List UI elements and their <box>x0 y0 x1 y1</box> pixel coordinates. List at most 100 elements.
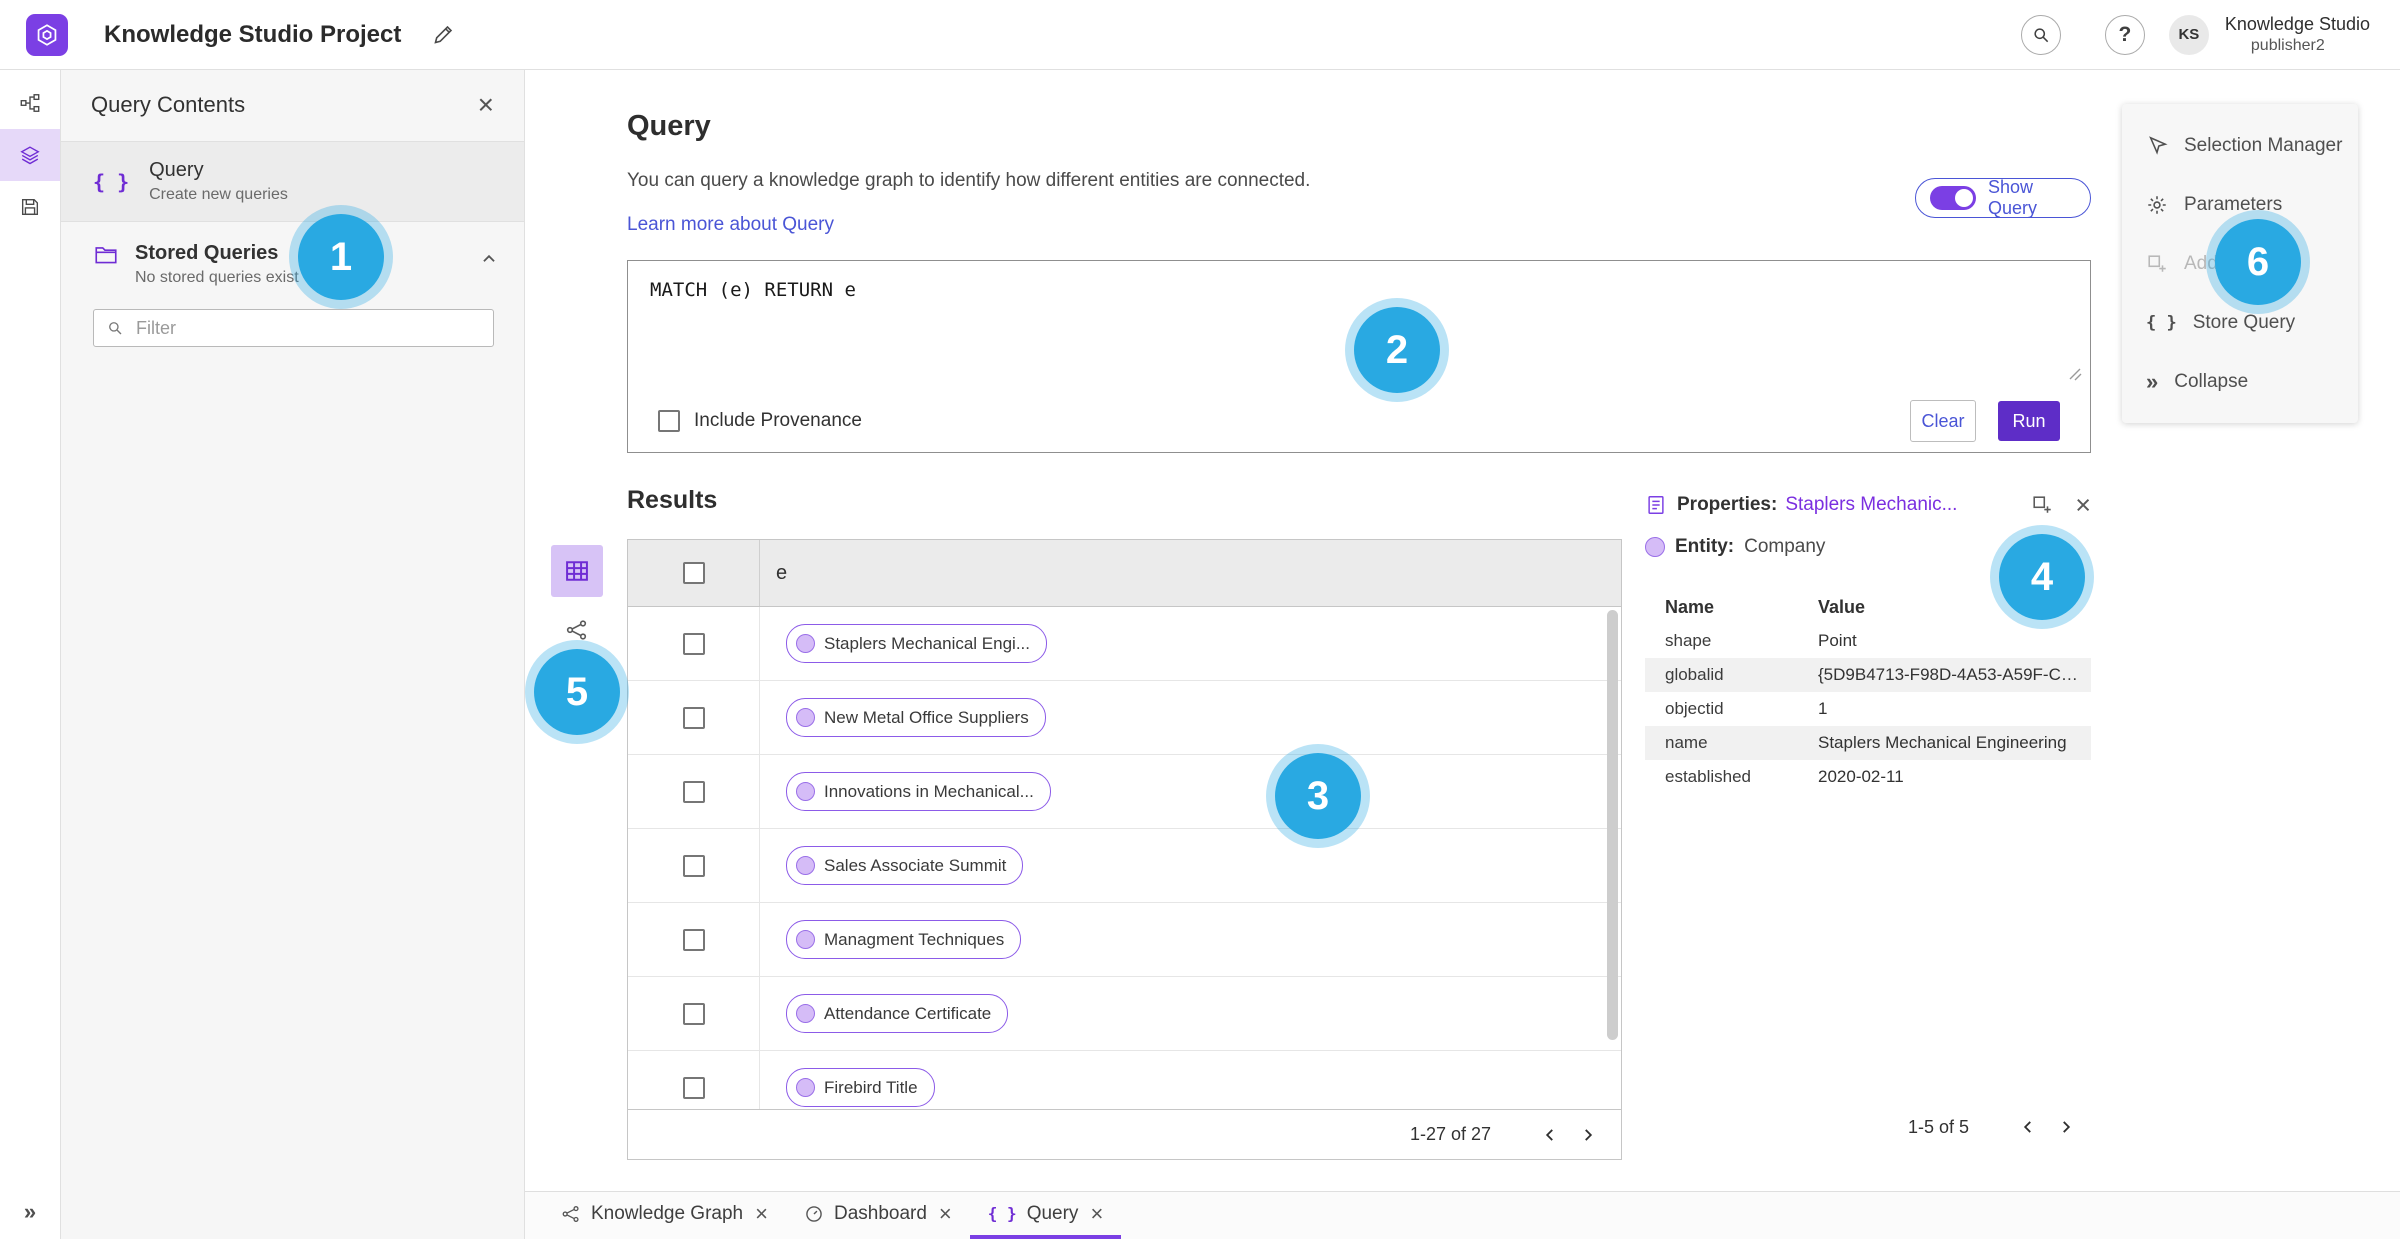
graph-view-button[interactable] <box>557 610 597 650</box>
tool-collapse[interactable]: » Collapse <box>2122 352 2358 411</box>
search-button[interactable] <box>2020 14 2061 55</box>
layers-view-button[interactable] <box>0 129 60 181</box>
table-row: Sales Associate Summit <box>628 829 1621 903</box>
property-value: Staplers Mechanical Engineering <box>1818 733 2067 752</box>
query-input[interactable]: MATCH (e) RETURN e <box>628 261 2090 319</box>
row-checkbox[interactable] <box>682 854 705 877</box>
property-value: 2020-02-11 <box>1818 767 1904 786</box>
property-name: objectid <box>1665 699 1724 718</box>
close-tab-icon[interactable]: × <box>1090 1202 1103 1225</box>
close-properties-button[interactable]: × <box>2075 491 2091 519</box>
row-checkbox[interactable] <box>682 928 705 951</box>
close-tab-icon[interactable]: × <box>939 1202 952 1225</box>
include-provenance-checkbox[interactable] <box>658 410 680 432</box>
pagination-label: 1-27 of 27 <box>1409 1124 1491 1144</box>
tab-dashboard[interactable]: Dashboard × <box>786 1192 970 1239</box>
filter-input[interactable] <box>134 316 481 340</box>
entity-icon <box>1645 537 1665 557</box>
stored-queries-section[interactable]: Stored Queries No stored queries exist <box>61 222 524 293</box>
row-checkbox-cell <box>628 1051 760 1113</box>
table-row: Staplers Mechanical Engi... <box>628 607 1621 681</box>
layers-icon <box>20 146 40 165</box>
topbar: Knowledge Studio Project ? KS Knowledge … <box>0 0 2400 70</box>
next-page-button[interactable] <box>2047 1108 2085 1146</box>
knowledge-studio-app: Knowledge Studio Project ? KS Knowledge … <box>0 0 2400 1239</box>
prev-page-button[interactable] <box>1531 1116 1569 1154</box>
folder-icon <box>95 247 117 264</box>
tab-knowledge-graph[interactable]: Knowledge Graph × <box>543 1192 786 1239</box>
panel-header: Query Contents × <box>61 69 524 142</box>
tab-label: Dashboard <box>833 1202 927 1224</box>
results-table: e Staplers Mechanical Engi... New Metal O… <box>627 539 1622 1160</box>
callout-badge-1: 1 <box>298 214 384 300</box>
clear-button[interactable]: Clear <box>1910 400 1976 442</box>
callout-badge-6: 6 <box>2215 219 2301 305</box>
hierarchy-view-button[interactable] <box>0 77 60 129</box>
collapse-section-button[interactable] <box>480 250 498 268</box>
column-header-e[interactable]: e <box>760 540 787 606</box>
property-name: shape <box>1665 631 1712 650</box>
tool-selection-manager[interactable]: Selection Manager <box>2122 116 2358 175</box>
tab-query[interactable]: { } Query × <box>969 1192 1122 1239</box>
results-pagination: 1-27 of 27 <box>628 1109 1621 1159</box>
property-value: 1 <box>1818 699 1828 718</box>
show-query-toggle[interactable]: Show Query <box>1915 177 2091 218</box>
sidebar-item-query[interactable]: { } Query Create new queries <box>61 142 524 222</box>
close-panel-button[interactable]: × <box>478 91 494 119</box>
braces-icon: { } <box>93 169 130 194</box>
select-all-checkbox[interactable] <box>682 562 705 584</box>
entity-pill[interactable]: Staplers Mechanical Engi... <box>786 624 1047 663</box>
learn-more-link[interactable]: Learn more about Query <box>627 214 834 236</box>
row-checkbox[interactable] <box>682 1076 705 1099</box>
table-view-button[interactable] <box>551 545 603 597</box>
results-scrollbar[interactable] <box>1607 610 1618 1040</box>
next-page-button[interactable] <box>1569 1116 1607 1154</box>
expand-rail-button[interactable]: » <box>0 1199 60 1225</box>
header-checkbox-cell <box>628 540 760 606</box>
filter-field[interactable] <box>93 309 494 347</box>
properties-rows: shape Point globalid {5D9B4713-F98D-4A53-A5… <box>1645 624 2091 794</box>
app-logo-icon[interactable] <box>26 13 68 56</box>
row-checkbox-cell <box>628 903 760 976</box>
row-checkbox-cell <box>628 681 760 754</box>
edit-title-icon[interactable] <box>431 23 455 47</box>
entity-icon <box>796 708 815 727</box>
entity-pill[interactable]: Attendance Certificate <box>786 994 1009 1033</box>
callout-badge-2: 2 <box>1354 307 1440 393</box>
resize-grip-icon[interactable] <box>2068 367 2082 381</box>
properties-table: Name Value shape Point globalid {5D9B4713-F… <box>1645 590 2091 794</box>
tool-store-query[interactable]: { } Store Query <box>2122 293 2358 352</box>
entity-pill[interactable]: Sales Associate Summit <box>786 846 1024 885</box>
row-checkbox[interactable] <box>682 1002 705 1025</box>
property-row: established 2020-02-11 <box>1645 760 2091 794</box>
table-icon <box>566 561 588 581</box>
avatar[interactable]: KS <box>2168 14 2209 55</box>
run-button[interactable]: Run <box>1998 401 2060 441</box>
help-button[interactable]: ? <box>2104 14 2145 55</box>
entity-pill[interactable]: Firebird Title <box>786 1068 935 1107</box>
close-tab-icon[interactable]: × <box>755 1202 768 1225</box>
row-checkbox[interactable] <box>682 632 705 655</box>
chevron-left-icon <box>1545 1128 1553 1141</box>
properties-pagination: 1-5 of 5 <box>1645 1103 2091 1151</box>
row-checkbox[interactable] <box>682 706 705 729</box>
entity-pill[interactable]: Innovations in Mechanical... <box>786 772 1051 811</box>
prev-page-button[interactable] <box>2009 1108 2047 1146</box>
add-to-map-icon <box>2148 254 2166 272</box>
entity-pill[interactable]: Managment Techniques <box>786 920 1022 959</box>
row-checkbox[interactable] <box>682 780 705 803</box>
entity-pill[interactable]: New Metal Office Suppliers <box>786 698 1046 737</box>
results-table-body: Staplers Mechanical Engi... New Metal Off… <box>628 607 1621 1113</box>
tool-label: Collapse <box>2174 370 2249 392</box>
save-button[interactable] <box>0 181 60 233</box>
add-to-map-icon[interactable] <box>2031 494 2053 516</box>
include-provenance-label: Include Provenance <box>694 410 862 431</box>
column-header-name: Name <box>1665 596 1715 617</box>
chevron-right-icon <box>2063 1121 2071 1133</box>
table-row: Innovations in Mechanical... <box>628 755 1621 829</box>
left-icon-rail: » <box>0 69 61 1239</box>
tab-label: Query <box>1026 1202 1079 1224</box>
user-info[interactable]: Knowledge Studio publisher2 <box>2225 13 2370 56</box>
properties-entity-link[interactable]: Staplers Mechanic... <box>1785 494 1957 516</box>
braces-icon: { } <box>2146 312 2177 333</box>
